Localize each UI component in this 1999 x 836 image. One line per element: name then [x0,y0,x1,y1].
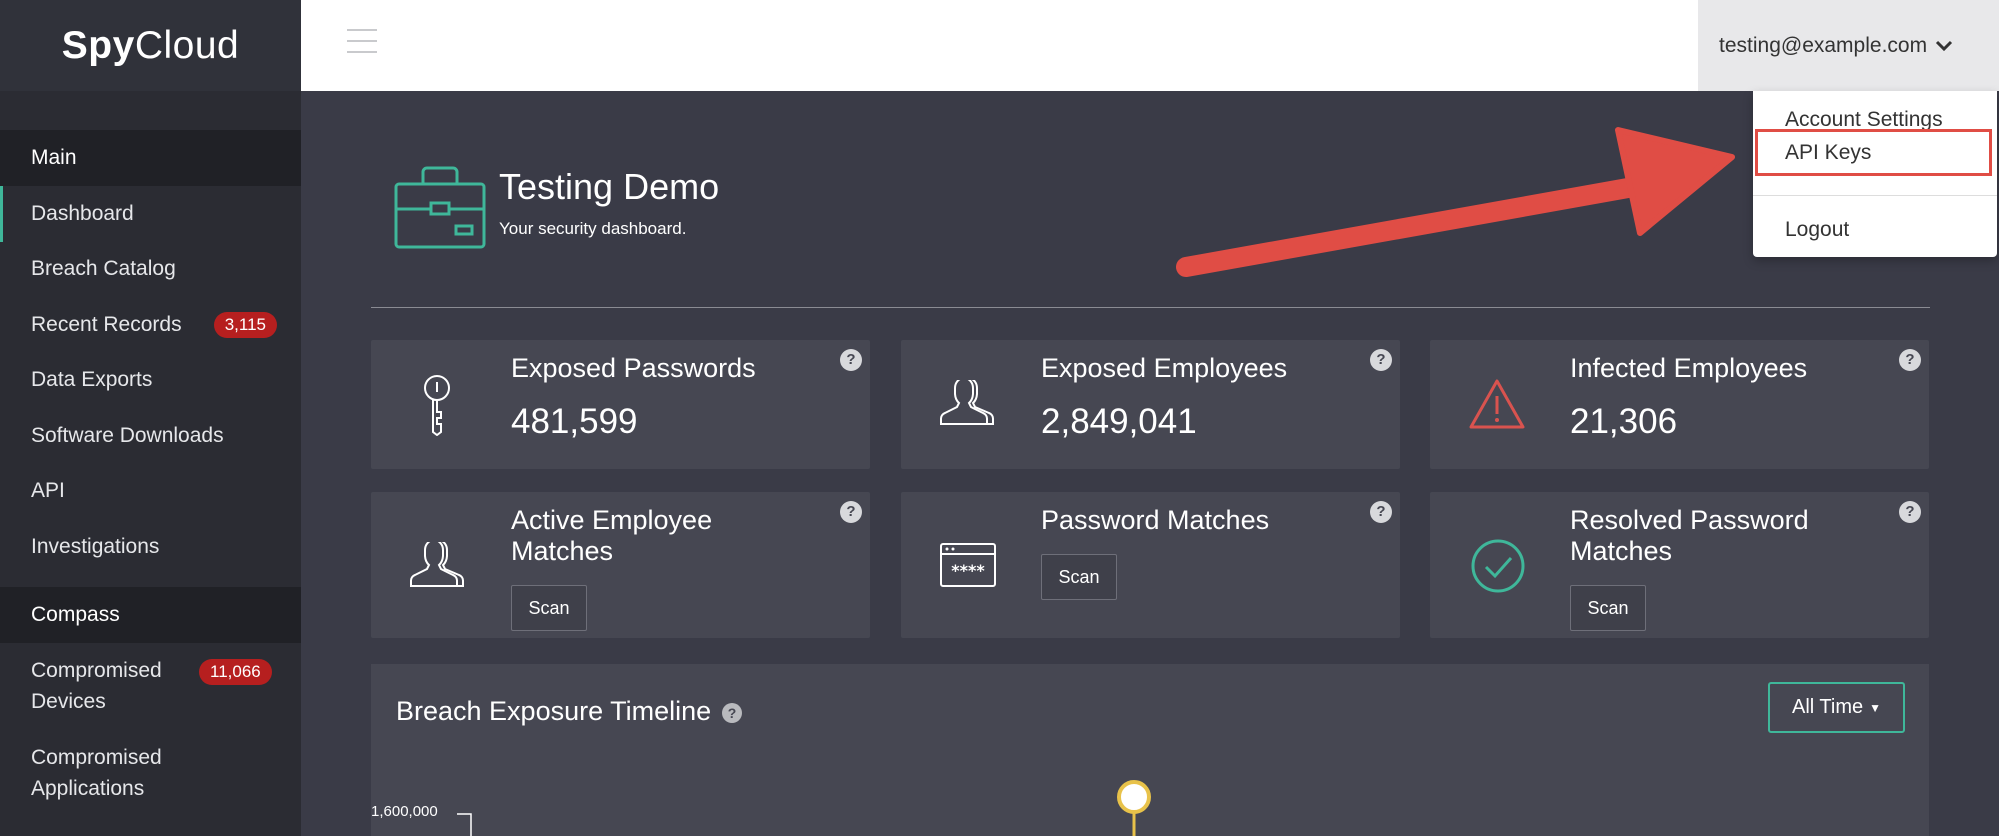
user-dropdown-menu: Account Settings API Keys Logout [1753,91,1997,257]
help-icon[interactable]: ? [1899,349,1921,371]
menu-item-api-keys[interactable]: API Keys [1785,141,1871,165]
card-value: 481,599 [511,402,638,441]
axis-bracket [457,813,472,836]
menu-divider [1753,195,1997,196]
top-bar [301,0,1698,91]
spycloud-logo[interactable]: Spy Cloud [0,0,301,91]
header-divider [371,307,1930,308]
menu-item-logout[interactable]: Logout [1785,218,1849,242]
help-icon[interactable]: ? [840,349,862,371]
sidebar-item-api[interactable]: API [0,464,301,520]
warning-icon [1469,379,1525,429]
card-resolved-password-matches[interactable]: Resolved Password Matches Scan ? [1430,492,1929,638]
card-title: Exposed Employees [1041,353,1288,383]
card-title: Exposed Passwords [511,353,756,383]
page-subtitle: Your security dashboard. [499,219,687,238]
sidebar-item-compromised-applications[interactable]: Compromised Applications [0,730,301,817]
sidebar: Spy Cloud Main Dashboard Breach Catalog R… [0,0,301,836]
help-icon[interactable]: ? [1899,501,1921,523]
card-title: Active Employee Matches [511,505,713,566]
sidebar-item-label: Recent Records [31,312,182,336]
card-title: Password Matches [1041,505,1270,535]
section-label: Main [31,146,77,169]
help-icon[interactable]: ? [1370,501,1392,523]
sidebar-item-label: Data Exports [31,368,153,392]
card-title: Resolved Password Matches [1570,505,1809,566]
logo-text-cloud: Cloud [134,23,240,67]
card-exposed-employees[interactable]: Exposed Employees 2,849,041 ? [901,340,1400,469]
help-icon[interactable]: ? [840,501,862,523]
scan-button[interactable]: Scan [511,585,587,631]
logo-text-spy: Spy [61,23,135,67]
time-range-select[interactable]: All Time ▼ [1768,682,1905,733]
sidebar-item-label: API [31,479,65,503]
card-infected-employees[interactable]: Infected Employees 21,306 ? [1430,340,1929,469]
sidebar-item-compromised-devices[interactable]: Compromised Devices [0,643,200,730]
sidebar-item-recent-records[interactable]: Recent Records 3,115 [0,297,301,353]
users-icon [940,380,994,425]
user-email: testing@example.com [1719,33,1928,57]
sidebar-item-label: Compromised Devices [31,659,162,713]
sidebar-item-label: Software Downloads [31,423,224,447]
sidebar-item-dashboard[interactable]: Dashboard [0,186,301,242]
scan-button[interactable]: Scan [1041,554,1117,600]
sidebar-item-data-exports[interactable]: Data Exports [0,353,301,409]
scan-button[interactable]: Scan [1570,585,1646,631]
time-range-label: All Time [1791,696,1864,718]
sidebar-item-breach-catalog[interactable]: Breach Catalog [0,242,301,298]
sidebar-item-label: Breach Catalog [31,257,176,281]
sidebar-section-compass: Compass [0,586,301,643]
card-title: Infected Employees [1570,353,1808,383]
timeline-title: Breach Exposure Timeline [396,696,712,726]
sidebar-item-label: Compromised Applications [31,746,162,800]
svg-text:****: **** [951,561,985,580]
count-badge: 11,066 [199,659,272,685]
check-circle-icon [1471,539,1525,593]
key-icon [424,375,450,436]
timeline-point-marker[interactable] [1114,778,1154,836]
count-badge: 3,115 [213,311,277,338]
card-value: 21,306 [1570,402,1678,441]
page-title: Testing Demo [499,166,720,207]
chevron-down-icon [1936,40,1953,51]
users-icon [410,542,464,587]
help-icon[interactable]: ? [1370,349,1392,371]
card-exposed-passwords[interactable]: Exposed Passwords 481,599 ? [371,340,870,469]
sidebar-item-label: Investigations [31,534,160,558]
sidebar-item-investigations[interactable]: Investigations [0,519,301,575]
sidebar-item-software-downloads[interactable]: Software Downloads [0,408,301,464]
axis-tick-label: 1,600,000 [371,803,438,820]
card-value: 2,849,041 [1041,402,1197,441]
user-menu-toggle[interactable]: testing@example.com [1698,0,1999,91]
caret-down-icon: ▼ [1869,700,1881,715]
help-icon[interactable]: ? [722,703,742,723]
briefcase-icon [394,166,486,249]
sidebar-section-main: Main [0,130,301,186]
section-label: Compass [31,602,120,626]
sidebar-item-label: Dashboard [31,201,134,225]
password-window-icon: **** [940,543,996,587]
card-password-matches[interactable]: **** Password Matches Scan ? [901,492,1400,638]
hamburger-menu-icon[interactable] [347,29,377,53]
card-active-employee-matches[interactable]: Active Employee Matches Scan ? [371,492,870,638]
